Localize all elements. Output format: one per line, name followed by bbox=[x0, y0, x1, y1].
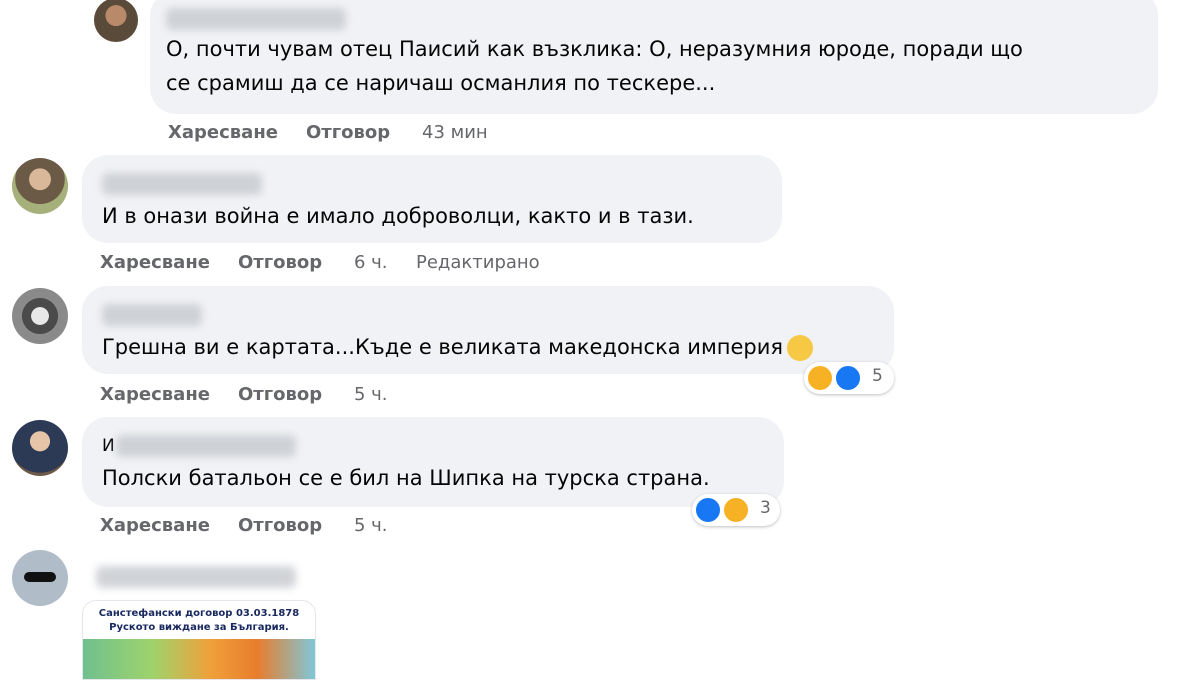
avatar[interactable] bbox=[12, 420, 68, 476]
grinning-sweat-emoji-icon bbox=[787, 335, 814, 361]
author-name[interactable] bbox=[116, 435, 296, 457]
comment-text: се срамиш да се наричаш османлия по теск… bbox=[166, 71, 716, 95]
comment-text: Грешна ви е картата...Къде е великата ма… bbox=[102, 330, 814, 364]
comment-text: О, почти чувам отец Паисий как възклика:… bbox=[166, 37, 1023, 61]
author-name[interactable] bbox=[102, 304, 202, 326]
sunglasses-icon bbox=[24, 572, 56, 582]
author-name[interactable] bbox=[96, 566, 296, 588]
reply-button[interactable]: Отговор bbox=[238, 515, 322, 536]
avatar[interactable] bbox=[12, 550, 68, 606]
timestamp[interactable]: 43 мин bbox=[422, 122, 488, 143]
timestamp[interactable]: 5 ч. bbox=[354, 384, 388, 405]
reaction-count: 3 bbox=[760, 498, 771, 518]
author-initial[interactable]: И bbox=[102, 429, 115, 463]
map-graphic bbox=[83, 639, 315, 679]
map-title: Санстефански договор 03.03.1878 bbox=[98, 608, 300, 619]
comment-text: И в онази война е имало доброволци, какт… bbox=[102, 204, 694, 228]
comment-text: Полски батальон се е бил на Шипка на тур… bbox=[102, 466, 710, 490]
like-button[interactable]: Харесване bbox=[100, 252, 210, 273]
avatar[interactable] bbox=[12, 158, 68, 214]
like-reaction-icon bbox=[834, 364, 862, 392]
comment-bubble: О, почти чувам отец Паисий как възклика:… bbox=[150, 0, 1158, 114]
reaction-count: 5 bbox=[872, 366, 883, 386]
timestamp[interactable]: 5 ч. bbox=[354, 515, 388, 536]
map-subtitle: Руското виждане за България. bbox=[109, 622, 289, 633]
reply-button[interactable]: Отговор bbox=[238, 252, 322, 273]
like-button[interactable]: Харесване bbox=[100, 515, 210, 536]
timestamp[interactable]: 6 ч. bbox=[354, 252, 388, 273]
comment-image[interactable]: Санстефански договор 03.03.1878 Руското … bbox=[82, 600, 316, 680]
comment-bubble: Грешна ви е картата...Къде е великата ма… bbox=[82, 286, 894, 374]
author-name[interactable] bbox=[102, 173, 262, 195]
reaction-summary[interactable]: 5 bbox=[804, 362, 894, 394]
comment-bubble: И Полски батальон се е бил на Шипка на т… bbox=[82, 417, 784, 507]
like-button[interactable]: Харесване bbox=[100, 384, 210, 405]
author-name[interactable] bbox=[166, 8, 346, 30]
reaction-summary[interactable]: 3 bbox=[692, 494, 780, 526]
avatar[interactable] bbox=[12, 288, 68, 344]
sad-reaction-icon bbox=[722, 496, 750, 524]
like-button[interactable]: Харесване bbox=[168, 122, 278, 143]
comment-bubble: И в онази война е имало доброволци, какт… bbox=[82, 155, 782, 243]
reply-button[interactable]: Отговор bbox=[238, 384, 322, 405]
haha-reaction-icon bbox=[806, 364, 834, 392]
reply-button[interactable]: Отговор bbox=[306, 122, 390, 143]
avatar[interactable] bbox=[94, 0, 138, 42]
edited-label[interactable]: Редактирано bbox=[416, 252, 540, 273]
like-reaction-icon bbox=[694, 496, 722, 524]
